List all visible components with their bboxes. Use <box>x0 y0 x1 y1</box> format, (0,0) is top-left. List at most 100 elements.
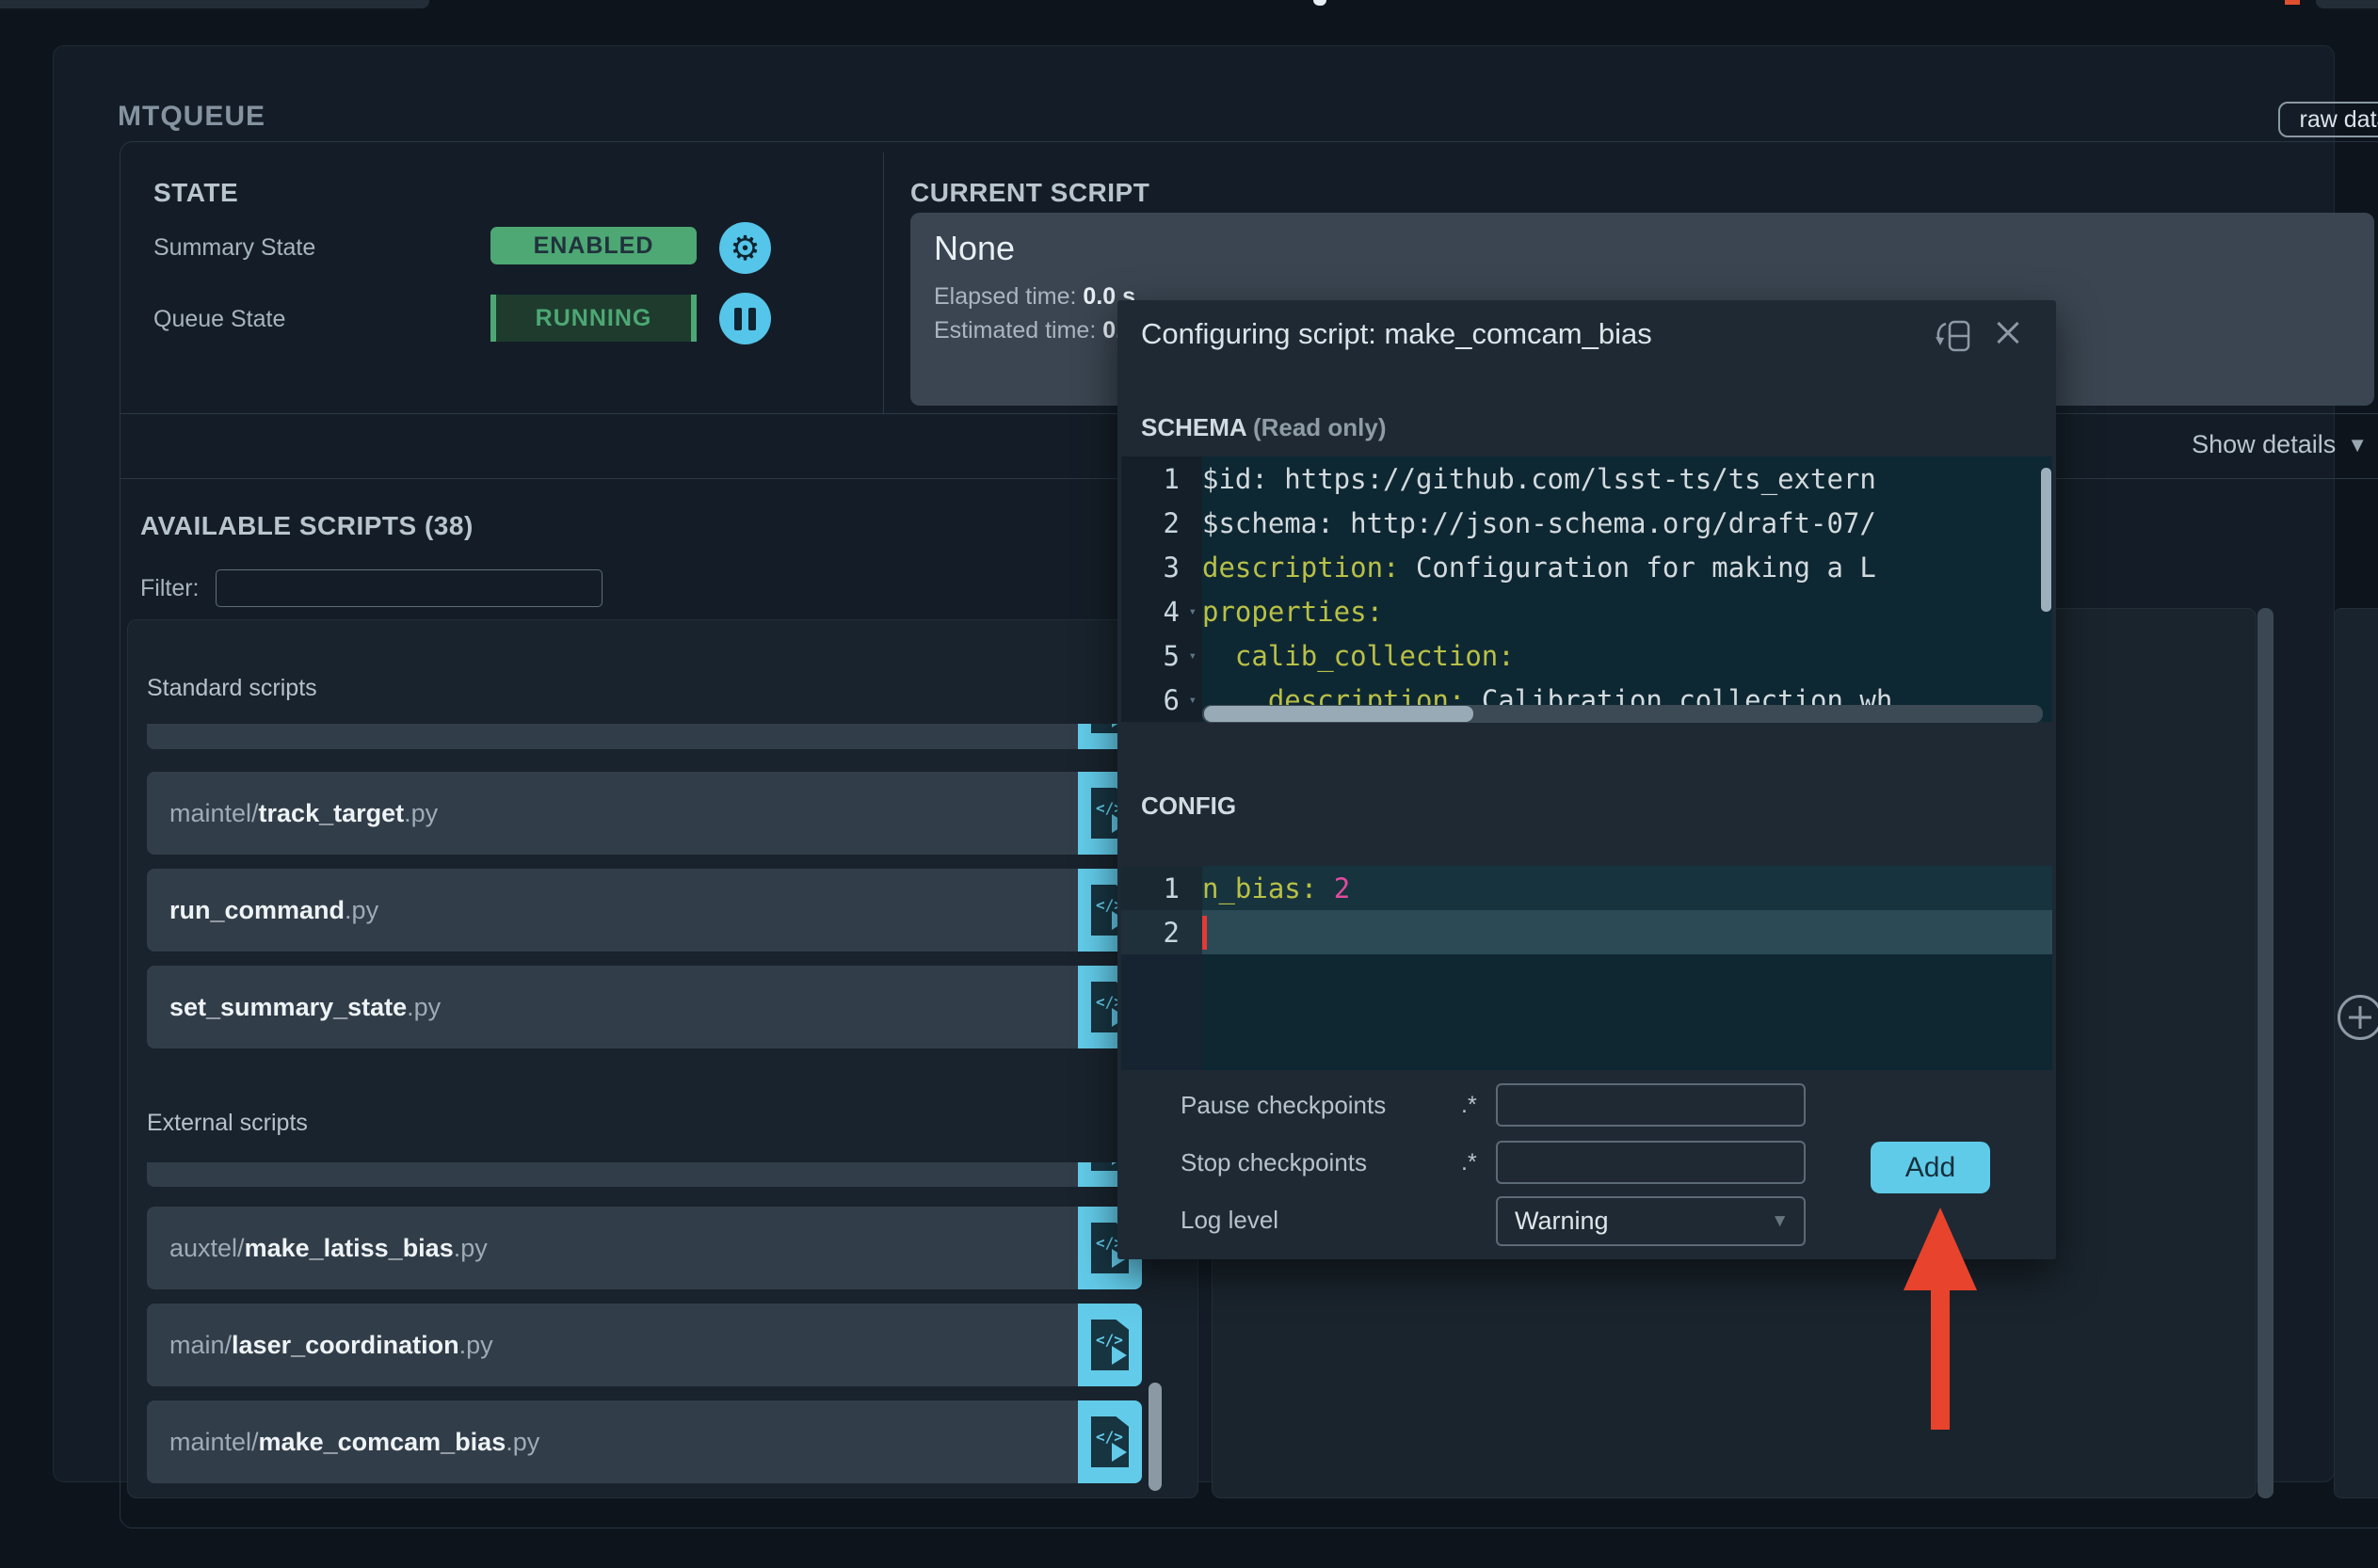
code-line: 2 <box>1121 910 2052 954</box>
resize-modal-button[interactable] <box>1933 316 1974 359</box>
code-line: 4 ▾ properties: <box>1121 589 2052 633</box>
external-scripts-label: External scripts <box>147 1110 308 1136</box>
script-queue-screen: MTQUEUE raw data STATE Summary State ENA… <box>0 0 2378 1568</box>
external-list-scrollbar[interactable] <box>1149 1383 1162 1491</box>
script-extension: .py <box>506 1427 540 1456</box>
launch-script-button[interactable]: </> <box>1078 1304 1142 1386</box>
code-line: 3 description: Configuration for making a… <box>1121 545 2052 589</box>
fold-marker-icon[interactable]: ▾ <box>1189 693 1197 708</box>
filter-label: Filter: <box>140 575 200 601</box>
external-scripts-header[interactable]: External scripts <box>147 1108 1181 1137</box>
panel-title: MTQUEUE <box>118 101 265 132</box>
editor-empty-area <box>1121 954 2052 1070</box>
script-name: track_target <box>258 798 405 827</box>
log-level-select[interactable]: Warning ▼ <box>1496 1196 1806 1246</box>
log-level-value: Warning <box>1515 1207 1609 1235</box>
script-name: run_command <box>169 895 345 924</box>
pause-icon <box>734 307 756 330</box>
script-path-prefix: maintel/ <box>169 798 259 827</box>
notification-sliver <box>2285 0 2300 5</box>
code-line: 2 $schema: http://json-schema.org/draft-0… <box>1121 501 2052 545</box>
launch-script-button[interactable]: </> <box>1078 1400 1142 1483</box>
code-line: 1 $id: https://github.com/lsst-ts/ts_exte… <box>1121 456 2052 501</box>
text-cursor <box>1202 915 1207 950</box>
summary-state-label: Summary State <box>153 234 316 261</box>
schema-label: SCHEMA (Read only) <box>1141 413 1387 441</box>
script-path-prefix: main/ <box>169 1330 233 1359</box>
queue-scrollbar[interactable] <box>2257 608 2274 1498</box>
script-name: make_latiss_bias <box>244 1233 454 1262</box>
add-script-button[interactable] <box>2338 995 2378 1040</box>
configure-script-modal: Configuring script: make_comcam_bias SCH… <box>1117 300 2056 1259</box>
script-row[interactable]: auxtel/latiss_cwfs_align.py</> <box>147 1162 1142 1187</box>
queue-state-badge: RUNNING <box>490 295 697 342</box>
browser-tab-sliver <box>0 0 429 8</box>
script-row[interactable]: maintel/make_comcam_bias .py </> <box>147 1400 1142 1483</box>
raw-data-button[interactable]: raw data <box>2278 102 2378 137</box>
script-row[interactable]: auxtel/make_latiss_bias .py </> <box>147 1207 1142 1289</box>
script-path-prefix: maintel/ <box>169 1427 259 1456</box>
triangle-down-icon: ▼ <box>2347 432 2368 456</box>
external-scripts-list: auxtel/latiss_cwfs_align.py</> auxtel/mak… <box>147 1162 1161 1497</box>
schema-vertical-scrollbar[interactable] <box>2041 468 2051 612</box>
script-file-icon: </> <box>1091 1416 1129 1467</box>
script-row[interactable]: maintel/take_image_comcam.py</> <box>147 724 1142 749</box>
select-arrow-icon: ▼ <box>1771 1210 1789 1231</box>
script-row[interactable]: maintel/track_target .py </> <box>147 772 1142 855</box>
config-label: CONFIG <box>1141 792 1237 820</box>
red-arrow-annotation <box>1904 1208 1977 1433</box>
current-script-name: None <box>934 229 1016 267</box>
pause-checkpoints-input[interactable] <box>1496 1083 1806 1127</box>
config-editor[interactable]: 1 n_bias: 22 <box>1121 866 2052 1070</box>
filter-input[interactable] <box>216 569 603 607</box>
fold-marker-icon[interactable]: ▾ <box>1189 604 1197 619</box>
modal-title: Configuring script: make_comcam_bias <box>1141 317 1652 350</box>
current-script-heading: CURRENT SCRIPT <box>910 178 1150 207</box>
gear-icon: ⚙ <box>730 228 761 267</box>
pause-checkpoints-label: Pause checkpoints <box>1181 1091 1387 1119</box>
stop-checkpoints-input[interactable] <box>1496 1141 1806 1184</box>
standard-scripts-list: maintel/take_image_comcam.py</> maintel/t… <box>147 724 1161 1049</box>
available-scripts-heading: AVAILABLE SCRIPTS (38) <box>140 511 474 540</box>
script-name: make_comcam_bias <box>258 1427 506 1456</box>
schema-editor[interactable]: 1 $id: https://github.com/lsst-ts/ts_exte… <box>1121 456 2052 723</box>
state-script-divider <box>883 152 884 413</box>
script-extension: .py <box>453 1233 488 1262</box>
show-details-label: Show details <box>2192 430 2337 458</box>
pause-checkpoints-suffix: .* <box>1461 1092 1477 1118</box>
summary-state-config-button[interactable]: ⚙ <box>719 222 771 274</box>
elapsed-time-row: Elapsed time: 0.0 s <box>934 283 1136 310</box>
browser-tab-right-sliver <box>2316 0 2378 8</box>
standard-scripts-header[interactable]: Standard scripts <box>147 673 1181 702</box>
available-scripts-card: Standard scripts maintel/take_image_comc… <box>127 619 1198 1498</box>
add-button[interactable]: Add <box>1871 1142 1990 1193</box>
show-details-toggle[interactable]: Show details ▼ <box>2153 430 2368 459</box>
script-extension: .py <box>407 992 442 1021</box>
stop-checkpoints-label: Stop checkpoints <box>1181 1148 1368 1176</box>
script-row[interactable]: run_command .py </> <box>147 869 1142 952</box>
close-modal-button[interactable] <box>1991 316 2025 350</box>
summary-state-badge: ENABLED <box>490 227 697 264</box>
queue-side-strip <box>2334 608 2378 1498</box>
script-extension: .py <box>404 798 439 827</box>
schema-horizontal-scrollbar[interactable] <box>1202 705 2043 723</box>
schema-readonly-note: (Read only) <box>1245 413 1387 441</box>
script-path-prefix: auxtel/ <box>169 1233 245 1262</box>
script-name: laser_coordination <box>232 1330 459 1359</box>
code-line: 5 ▾ calib_collection: <box>1121 633 2052 678</box>
script-extension: .py <box>345 895 379 924</box>
script-file-icon: </> <box>1091 1320 1129 1370</box>
script-extension: .py <box>458 1330 493 1359</box>
script-row[interactable]: set_summary_state .py </> <box>147 966 1142 1048</box>
browser-dot <box>1313 0 1326 6</box>
queue-state-label: Queue State <box>153 306 286 332</box>
code-line: 1 n_bias: 2 <box>1121 866 2052 910</box>
rotate-panel-icon <box>1936 320 1970 352</box>
fold-marker-icon[interactable]: ▾ <box>1189 648 1197 664</box>
script-name: set_summary_state <box>169 992 408 1021</box>
log-level-label: Log level <box>1181 1206 1279 1234</box>
state-heading: STATE <box>153 178 239 207</box>
script-row[interactable]: main/laser_coordination .py </> <box>147 1304 1142 1386</box>
pause-queue-button[interactable] <box>719 293 771 344</box>
standard-scripts-label: Standard scripts <box>147 675 317 701</box>
